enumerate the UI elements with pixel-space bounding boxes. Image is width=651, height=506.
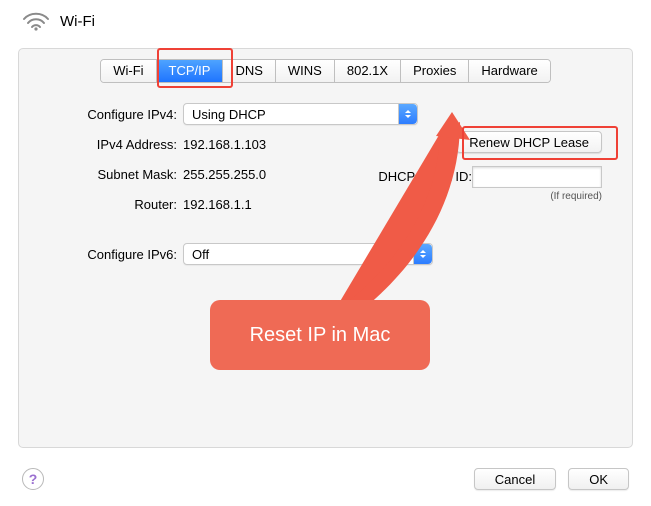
dialog-footer: ? Cancel OK: [0, 452, 651, 506]
configure-ipv6-value: Off: [192, 247, 209, 262]
wifi-icon: [22, 10, 50, 32]
tab-hardware[interactable]: Hardware: [469, 60, 549, 82]
renew-dhcp-lease-button[interactable]: Renew DHCP Lease: [456, 131, 602, 153]
subnet-mask-value: 255.255.255.0: [183, 167, 266, 182]
tab-bar: Wi-Fi TCP/IP DNS WINS 802.1X Proxies Har…: [19, 55, 632, 87]
settings-panel: Wi-Fi TCP/IP DNS WINS 802.1X Proxies Har…: [18, 48, 633, 448]
tab-tcpip[interactable]: TCP/IP: [157, 60, 224, 82]
subnet-mask-label: Subnet Mask:: [19, 167, 183, 182]
tab-8021x[interactable]: 802.1X: [335, 60, 401, 82]
configure-ipv4-value: Using DHCP: [192, 107, 266, 122]
dhcp-client-id-label: DHCP Client ID:: [378, 169, 472, 184]
configure-ipv6-select[interactable]: Off: [183, 243, 433, 265]
tab-wifi[interactable]: Wi-Fi: [101, 60, 156, 82]
tab-dns[interactable]: DNS: [223, 60, 275, 82]
router-label: Router:: [19, 197, 183, 212]
dhcp-client-id-input[interactable]: [472, 166, 602, 188]
ipv4-address-value: 192.168.1.103: [183, 137, 266, 152]
dhcp-if-required-note: (If required): [550, 191, 602, 202]
configure-ipv4-select[interactable]: Using DHCP: [183, 103, 418, 125]
annotation-callout-text: Reset IP in Mac: [250, 324, 391, 347]
router-value: 192.168.1.1: [183, 197, 252, 212]
ipv4-address-label: IPv4 Address:: [19, 137, 183, 152]
chevron-updown-icon: [413, 244, 432, 264]
configure-ipv4-label: Configure IPv4:: [19, 107, 183, 122]
annotation-callout: Reset IP in Mac: [210, 300, 430, 370]
window-header: Wi-Fi: [0, 0, 651, 40]
ok-button[interactable]: OK: [568, 468, 629, 490]
cancel-button[interactable]: Cancel: [474, 468, 556, 490]
chevron-updown-icon: [398, 104, 417, 124]
configure-ipv6-label: Configure IPv6:: [19, 247, 183, 262]
page-title: Wi-Fi: [60, 13, 95, 30]
tab-proxies[interactable]: Proxies: [401, 60, 469, 82]
tab-wins[interactable]: WINS: [276, 60, 335, 82]
help-button[interactable]: ?: [22, 468, 44, 490]
